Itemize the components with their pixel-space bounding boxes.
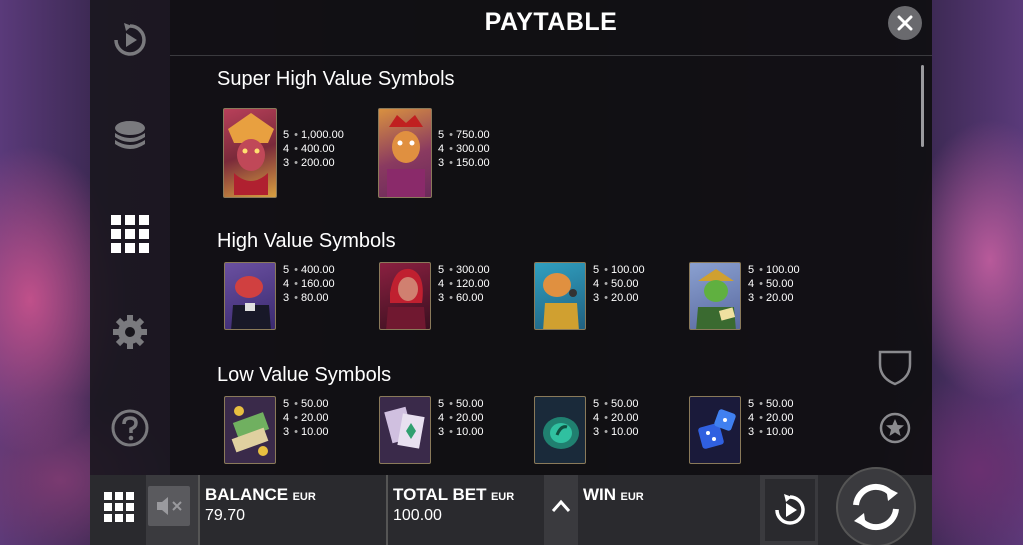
favorite-button[interactable]	[879, 412, 911, 449]
casino-chip-icon	[534, 396, 586, 464]
playing-cards-icon	[379, 396, 431, 464]
title-divider	[170, 55, 932, 56]
total-bet-value: 100.00	[393, 507, 442, 524]
win-display: WIN EUR	[578, 475, 760, 545]
bet-up-button[interactable]	[544, 475, 578, 545]
lady-dino-icon	[379, 262, 431, 330]
balance-label: BALANCE	[205, 485, 289, 504]
paytable-payouts: 5 • 400.00 4 • 160.00 3 • 80.00	[283, 264, 335, 304]
autoplay-icon	[775, 494, 805, 525]
menu-button[interactable]	[90, 475, 146, 545]
total-bet-label: TOTAL BET	[393, 485, 487, 504]
paytable-payouts: 5 • 100.00 4 • 50.00 3 • 20.00	[593, 264, 645, 304]
bottom-bar: BALANCE EUR 79.70 TOTAL BET EUR 100.00 W…	[90, 467, 932, 545]
shield-icon	[878, 350, 912, 386]
paytable-payouts: 5 • 50.00 4 • 20.00 3 • 10.00	[748, 398, 794, 438]
sidebar-menu	[90, 0, 170, 475]
win-currency: EUR	[620, 491, 644, 503]
close-icon	[897, 15, 913, 31]
paytable-payouts: 5 • 1,000.00 4 • 400.00 3 • 200.00	[283, 129, 344, 169]
scrollbar[interactable]	[921, 65, 924, 147]
grid-icon	[111, 215, 149, 253]
autoplay-menu-button[interactable]	[108, 18, 152, 62]
spin-button[interactable]	[818, 467, 932, 545]
bet-settings-button[interactable]	[108, 114, 152, 158]
autoplay-icon	[114, 23, 146, 56]
paytable-panel: PAYTABLE Super High Value Symbols 5 • 1,00…	[170, 0, 932, 475]
sound-toggle-button[interactable]	[146, 475, 198, 545]
total-bet-currency: EUR	[490, 491, 515, 503]
paytable-menu-button[interactable]	[108, 212, 152, 256]
section-title-super-high: Super High Value Symbols	[217, 68, 455, 90]
help-icon	[111, 409, 149, 447]
chevron-up-icon	[551, 499, 571, 512]
settings-menu-button[interactable]	[108, 310, 152, 354]
balance-currency: EUR	[292, 491, 316, 503]
mute-icon	[157, 497, 182, 515]
paytable-payouts: 5 • 750.00 4 • 300.00 3 • 150.00	[438, 129, 490, 169]
paytable-payouts: 5 • 300.00 4 • 120.00 3 • 60.00	[438, 264, 490, 304]
spin-icon	[853, 483, 899, 531]
close-button[interactable]	[888, 6, 922, 40]
paytable-payouts: 5 • 50.00 4 • 20.00 3 • 10.00	[438, 398, 484, 438]
balance-value: 79.70	[205, 507, 246, 524]
coins-stack-icon	[115, 121, 145, 149]
paytable-payouts: 5 • 50.00 4 • 20.00 3 • 10.00	[283, 398, 329, 438]
star-icon	[879, 412, 911, 444]
autoplay-button[interactable]	[760, 475, 818, 545]
dragon-king-icon	[378, 108, 432, 198]
gear-icon	[113, 315, 147, 349]
section-title-high: High Value Symbols	[217, 230, 396, 252]
win-label: WIN	[583, 485, 617, 504]
grid-icon	[104, 492, 134, 522]
page-title: PAYTABLE	[484, 8, 618, 36]
total-bet-display[interactable]: TOTAL BET EUR 100.00	[386, 475, 544, 545]
lizard-gambler-icon	[689, 262, 741, 330]
help-menu-button[interactable]	[108, 406, 152, 450]
section-title-low: Low Value Symbols	[217, 364, 392, 386]
dino-singer-icon	[534, 262, 586, 330]
paytable-payouts: 5 • 100.00 4 • 50.00 3 • 20.00	[748, 264, 800, 304]
triceratops-chief-icon	[223, 108, 277, 198]
money-stack-icon	[224, 396, 276, 464]
croc-boss-icon	[224, 262, 276, 330]
dice-icon	[689, 396, 741, 464]
balance-display: BALANCE EUR 79.70	[198, 475, 386, 545]
shield-button[interactable]	[878, 350, 912, 391]
paytable-payouts: 5 • 50.00 4 • 20.00 3 • 10.00	[593, 398, 639, 438]
